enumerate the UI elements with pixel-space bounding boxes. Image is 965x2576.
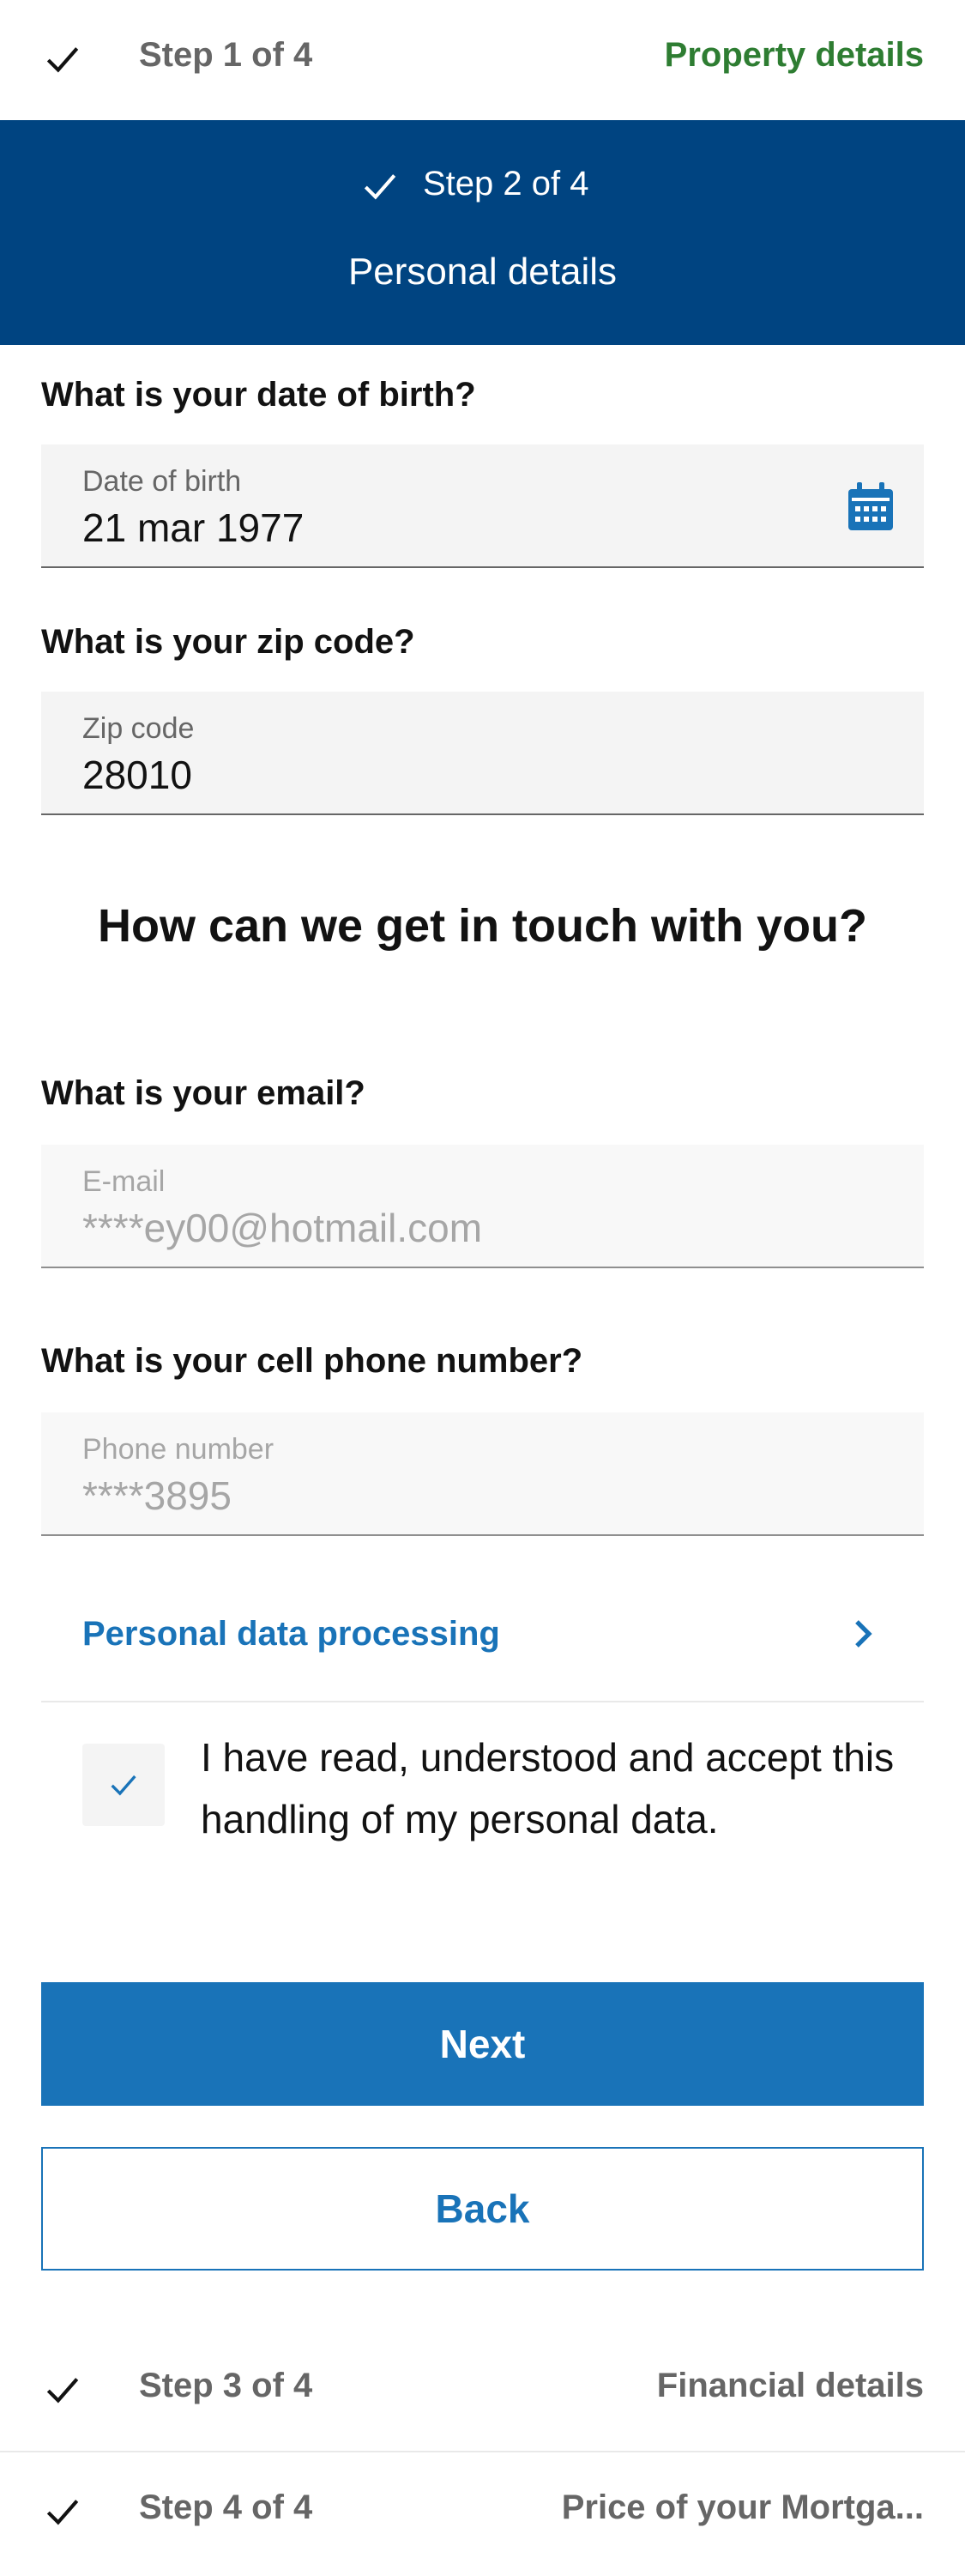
step-4-row[interactable]: Step 4 of 4 Price of your Mortga... [0, 2452, 965, 2573]
zip-question: What is your zip code? [41, 623, 415, 661]
check-icon [46, 47, 79, 73]
email-value: ****ey00@hotmail.com [82, 1206, 483, 1250]
step-2-header: Step 2 of 4 Personal details [0, 120, 965, 345]
personal-data-processing-label: Personal data processing [82, 1615, 500, 1653]
step-2-label: Step 2 of 4 [423, 165, 589, 203]
step-4-title: Price of your Mortga... [561, 2488, 924, 2526]
step-1-label: Step 1 of 4 [139, 36, 313, 74]
step-4-label: Step 4 of 4 [139, 2488, 313, 2526]
next-button[interactable]: Next [41, 1982, 924, 2106]
dob-label: Date of birth [82, 465, 242, 498]
check-icon [364, 174, 396, 200]
checkmark-icon [111, 1775, 136, 1796]
phone-label: Phone number [82, 1433, 274, 1466]
check-icon [46, 2378, 79, 2404]
step-3-row[interactable]: Step 3 of 4 Financial details [0, 2331, 965, 2451]
consent-text: I have read, understood and accept this … [201, 1735, 895, 1841]
dob-value[interactable]: 21 mar 1977 [82, 505, 304, 551]
check-icon [46, 2500, 79, 2525]
email-field: E-mail ****ey00@hotmail.com [41, 1145, 924, 1268]
dob-field[interactable]: Date of birth 21 mar 1977 [41, 444, 924, 568]
dob-question: What is your date of birth? [41, 376, 476, 414]
zip-field[interactable]: Zip code 28010 [41, 692, 924, 815]
calendar-icon[interactable] [843, 479, 898, 534]
step-1-title: Property details [664, 36, 924, 74]
step-3-label: Step 3 of 4 [139, 2367, 313, 2404]
step-3-title: Financial details [656, 2367, 924, 2404]
step-1-row[interactable]: Step 1 of 4 Property details [0, 0, 965, 120]
zip-label: Zip code [82, 712, 195, 745]
contact-section-title: How can we get in touch with you? [97, 900, 867, 952]
step-2-title: Personal details [347, 251, 618, 293]
zip-value[interactable]: 28010 [82, 752, 192, 798]
personal-data-processing-link[interactable]: Personal data processing [41, 1570, 924, 1702]
phone-field: Phone number ****3895 [41, 1412, 924, 1536]
phone-question: What is your cell phone number? [41, 1342, 583, 1380]
consent-checkbox[interactable] [82, 1744, 165, 1826]
email-question: What is your email? [41, 1074, 365, 1112]
chevron-right-icon [855, 1620, 872, 1648]
phone-value: ****3895 [82, 1473, 232, 1518]
email-label: E-mail [82, 1165, 166, 1198]
back-button[interactable]: Back [41, 2147, 924, 2271]
